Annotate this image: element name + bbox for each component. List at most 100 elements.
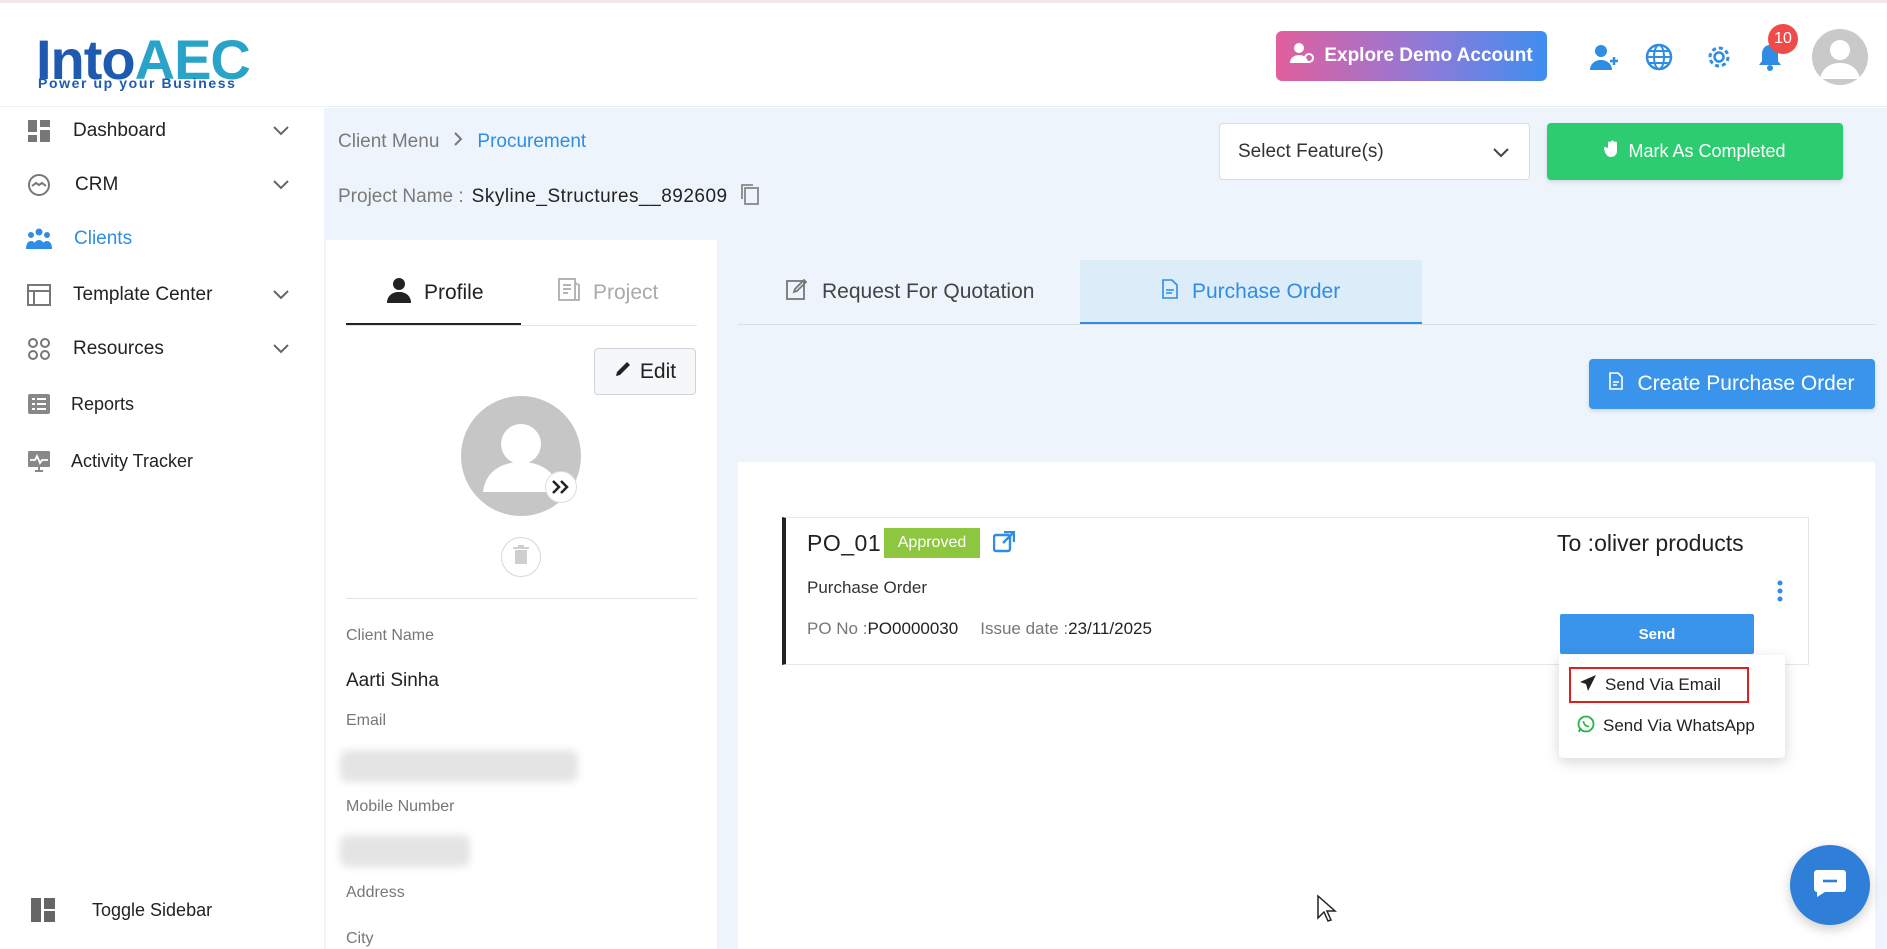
- tab-profile[interactable]: Profile: [386, 262, 484, 324]
- po-number: PO No :PO0000030: [807, 619, 959, 638]
- reports-icon: [26, 391, 52, 417]
- user-gear-icon: [1290, 42, 1315, 70]
- divider: [346, 598, 697, 599]
- sidebar-item-label: Activity Tracker: [71, 450, 194, 471]
- tab-project[interactable]: Project: [557, 262, 658, 324]
- chat-button[interactable]: [1790, 845, 1870, 925]
- toggle-sidebar-label: Toggle Sidebar: [92, 900, 213, 920]
- po-issue-date: Issue date :23/11/2025: [980, 619, 1152, 638]
- send-via-email-option[interactable]: Send Via Email: [1569, 667, 1749, 703]
- sidebar-item-label: Reports: [71, 393, 135, 414]
- chevron-down-icon: [1493, 142, 1509, 164]
- handshake-icon: [26, 172, 52, 198]
- hand-icon: [1604, 140, 1620, 163]
- client-name-value: Aarti Sinha: [346, 670, 439, 691]
- po-title: PO_01: [807, 530, 882, 556]
- tab-divider: [346, 325, 697, 326]
- whatsapp-icon: [1577, 715, 1595, 738]
- chevron-down-icon: [272, 176, 290, 194]
- po-recipient: To :oliver products: [1557, 530, 1744, 556]
- dashboard-icon: [26, 118, 52, 144]
- edit-label: Edit: [639, 359, 677, 383]
- po-type: Purchase Order: [807, 578, 927, 597]
- sidebar-item-label: Clients: [74, 228, 133, 249]
- chevron-down-icon: [272, 340, 290, 358]
- breadcrumb: Client Menu Procurement: [338, 131, 586, 153]
- logo-tagline: Power up your Business: [38, 75, 237, 91]
- document-icon: [1609, 372, 1624, 396]
- project-name: Project Name : Skyline_Structures__89260…: [338, 183, 760, 211]
- gear-icon[interactable]: [1703, 41, 1735, 73]
- project-name-value: Skyline_Structures__892609: [471, 186, 728, 207]
- mark-as-completed-label: Mark As Completed: [1628, 141, 1786, 161]
- email-label: Email: [346, 712, 387, 729]
- resources-icon: [26, 336, 52, 362]
- chevron-down-icon: [272, 286, 290, 304]
- feature-select[interactable]: Select Feature(s): [1219, 123, 1530, 180]
- sidebar-item-dashboard[interactable]: Dashboard: [0, 108, 324, 154]
- project-doc-icon: [557, 277, 581, 309]
- more-options-icon[interactable]: [1770, 578, 1790, 604]
- create-po-label: Create Purchase Order: [1637, 372, 1855, 395]
- tab-request-for-quotation[interactable]: Request For Quotation: [786, 260, 1034, 324]
- breadcrumb-root[interactable]: Client Menu: [338, 131, 439, 153]
- send-via-whatsapp-option[interactable]: Send Via WhatsApp: [1569, 708, 1755, 744]
- sidebar-item-template-center[interactable]: Template Center: [0, 272, 324, 318]
- sidebar-item-reports[interactable]: Reports: [0, 381, 324, 427]
- city-label: City: [346, 930, 374, 947]
- explore-demo-label: Explore Demo Account: [1324, 45, 1533, 66]
- send-via-whatsapp-label: Send Via WhatsApp: [1603, 716, 1755, 735]
- toggle-sidebar-button[interactable]: Toggle Sidebar: [0, 888, 324, 934]
- add-user-icon[interactable]: [1589, 41, 1621, 73]
- external-link-icon[interactable]: [992, 530, 1017, 555]
- sidebar: Dashboard CRM Clients Template Center Re…: [0, 108, 324, 949]
- project-name-label: Project Name :: [338, 186, 464, 207]
- top-header: IntoAEC Power up your Business Explore D…: [0, 3, 1887, 107]
- sidebar-item-label: Resources: [73, 338, 164, 359]
- status-badge: Approved: [884, 528, 980, 558]
- double-chevron-icon[interactable]: [545, 471, 577, 503]
- breadcrumb-current[interactable]: Procurement: [477, 131, 586, 153]
- trash-icon: [513, 544, 529, 570]
- send-via-email-label: Send Via Email: [1605, 675, 1721, 694]
- create-purchase-order-button[interactable]: Create Purchase Order: [1589, 359, 1875, 409]
- logo[interactable]: IntoAEC Power up your Business: [36, 15, 251, 95]
- sidebar-item-activity-tracker[interactable]: Activity Tracker: [0, 438, 324, 484]
- tab-po-label: Purchase Order: [1192, 280, 1341, 303]
- document-icon: [1162, 279, 1178, 305]
- clients-icon: [26, 226, 52, 252]
- email-value-redacted: [340, 750, 578, 782]
- tab-purchase-order[interactable]: Purchase Order: [1162, 260, 1340, 324]
- edit-button[interactable]: Edit: [594, 348, 696, 395]
- delete-avatar-button[interactable]: [501, 537, 541, 577]
- activity-icon: [26, 448, 52, 474]
- mark-as-completed-button[interactable]: Mark As Completed: [1547, 123, 1843, 180]
- sidebar-item-clients[interactable]: Clients: [0, 216, 324, 262]
- user-avatar[interactable]: [1812, 29, 1868, 85]
- edit-document-icon: [786, 278, 808, 306]
- send-button[interactable]: Send: [1560, 614, 1754, 654]
- mobile-value-redacted: [340, 835, 470, 867]
- tab-profile-label: Profile: [424, 281, 484, 304]
- template-icon: [26, 282, 52, 308]
- sidebar-layout-icon: [30, 897, 56, 928]
- sidebar-item-label: CRM: [75, 174, 119, 195]
- mobile-label: Mobile Number: [346, 798, 455, 815]
- copy-icon[interactable]: [740, 183, 760, 211]
- chat-icon: [1813, 868, 1847, 903]
- notification-badge: 10: [1768, 24, 1798, 54]
- tab-project-label: Project: [593, 281, 659, 304]
- active-tab-indicator: [346, 323, 521, 325]
- client-name-label: Client Name: [346, 627, 435, 644]
- explore-demo-button[interactable]: Explore Demo Account: [1276, 31, 1547, 81]
- po-meta: PO No :PO0000030 Issue date :23/11/2025: [807, 619, 1152, 639]
- user-icon: [386, 277, 412, 309]
- globe-icon[interactable]: [1643, 41, 1675, 73]
- sidebar-item-resources[interactable]: Resources: [0, 326, 324, 372]
- sidebar-item-crm[interactable]: CRM: [0, 162, 324, 208]
- pencil-icon: [614, 360, 632, 384]
- tab-rfq-label: Request For Quotation: [822, 280, 1035, 303]
- address-label: Address: [346, 884, 405, 901]
- chevron-down-icon: [272, 122, 290, 140]
- feature-select-value: Select Feature(s): [1238, 140, 1384, 162]
